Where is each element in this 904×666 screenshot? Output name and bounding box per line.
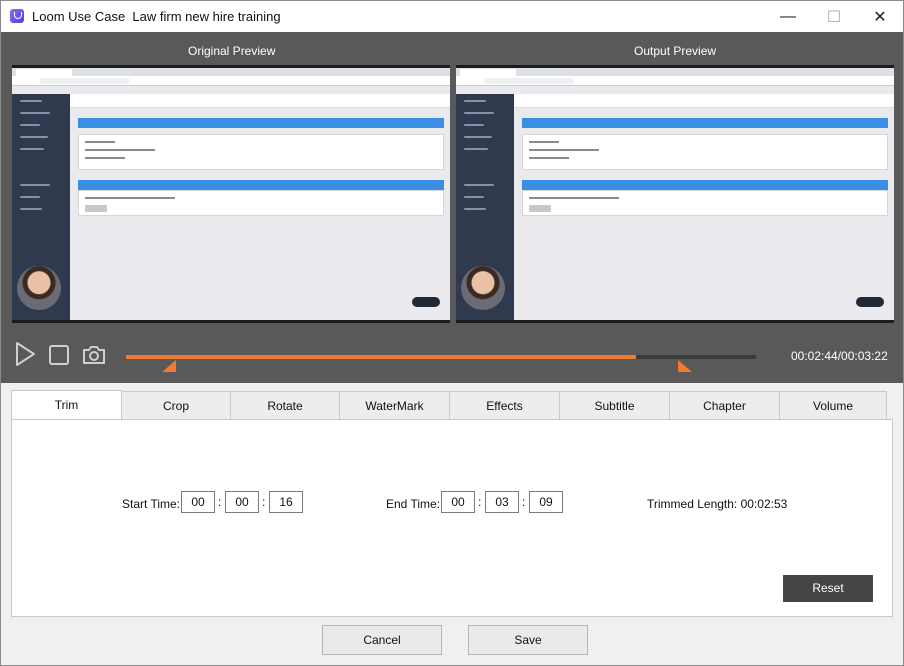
end-seconds-input[interactable]: 09 bbox=[529, 491, 563, 513]
tab-subtitle[interactable]: Subtitle bbox=[559, 391, 670, 419]
close-button[interactable]: ✕ bbox=[857, 1, 903, 32]
maximize-button[interactable]: ☐ bbox=[811, 1, 857, 32]
output-preview-label: Output Preview bbox=[634, 44, 717, 58]
window-title: Loom Use Case Law firm new hire training bbox=[32, 9, 281, 24]
end-colon-2: : bbox=[522, 495, 526, 509]
trim-end-handle[interactable] bbox=[678, 360, 692, 372]
end-colon-1: : bbox=[478, 495, 482, 509]
tab-effects[interactable]: Effects bbox=[449, 391, 560, 419]
start-colon-2: : bbox=[262, 495, 266, 509]
output-preview-frame bbox=[456, 65, 894, 323]
original-preview-video bbox=[12, 68, 450, 320]
end-minutes-input[interactable]: 03 bbox=[485, 491, 519, 513]
play-icon[interactable] bbox=[14, 341, 36, 367]
original-preview-frame bbox=[12, 65, 450, 323]
minimize-button[interactable]: — bbox=[765, 1, 811, 32]
start-time-label: Start Time: bbox=[122, 497, 181, 511]
reset-button[interactable]: Reset bbox=[783, 575, 873, 602]
tab-watermark[interactable]: WaterMark bbox=[339, 391, 450, 419]
start-colon-1: : bbox=[218, 495, 222, 509]
tab-rotate[interactable]: Rotate bbox=[230, 391, 340, 419]
editor-window: Loom Use Case Law firm new hire training… bbox=[0, 0, 904, 666]
cancel-button[interactable]: Cancel bbox=[322, 625, 442, 655]
tab-crop[interactable]: Crop bbox=[121, 391, 231, 419]
output-preview-video bbox=[456, 68, 894, 320]
time-readout: 00:02:44/00:03:22 bbox=[791, 349, 888, 363]
tab-chapter[interactable]: Chapter bbox=[669, 391, 780, 419]
start-hours-input[interactable]: 00 bbox=[181, 491, 215, 513]
trim-start-handle[interactable] bbox=[162, 360, 176, 372]
stop-icon[interactable] bbox=[49, 345, 69, 365]
save-button[interactable]: Save bbox=[468, 625, 588, 655]
tab-trim[interactable]: Trim bbox=[11, 390, 122, 420]
title-bar: Loom Use Case Law firm new hire training… bbox=[1, 1, 903, 32]
end-time-label: End Time: bbox=[386, 497, 441, 511]
start-seconds-input[interactable]: 16 bbox=[269, 491, 303, 513]
camera-icon[interactable] bbox=[82, 344, 106, 366]
original-preview-label: Original Preview bbox=[188, 44, 276, 58]
preview-area: Original Preview Output Preview bbox=[1, 32, 903, 383]
app-logo-icon bbox=[10, 9, 24, 23]
trim-panel bbox=[11, 419, 893, 617]
start-minutes-input[interactable]: 00 bbox=[225, 491, 259, 513]
tab-volume[interactable]: Volume bbox=[779, 391, 887, 419]
end-hours-input[interactable]: 00 bbox=[441, 491, 475, 513]
timeline-progress bbox=[126, 355, 636, 359]
trimmed-length: Trimmed Length: 00:02:53 bbox=[647, 497, 788, 511]
